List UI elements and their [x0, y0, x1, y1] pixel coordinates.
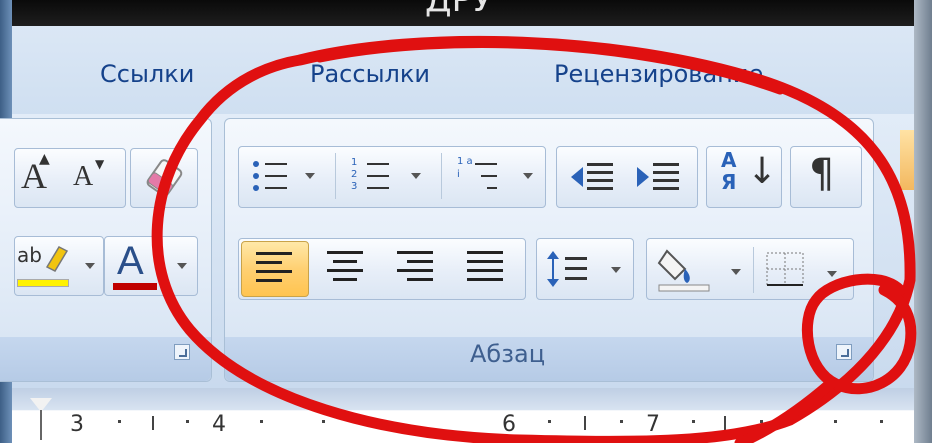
red-annotation-circle [151, 35, 917, 443]
word-window: ДРУ Ссылки Рассылки Рецензирование A ▲ A… [0, 0, 932, 443]
